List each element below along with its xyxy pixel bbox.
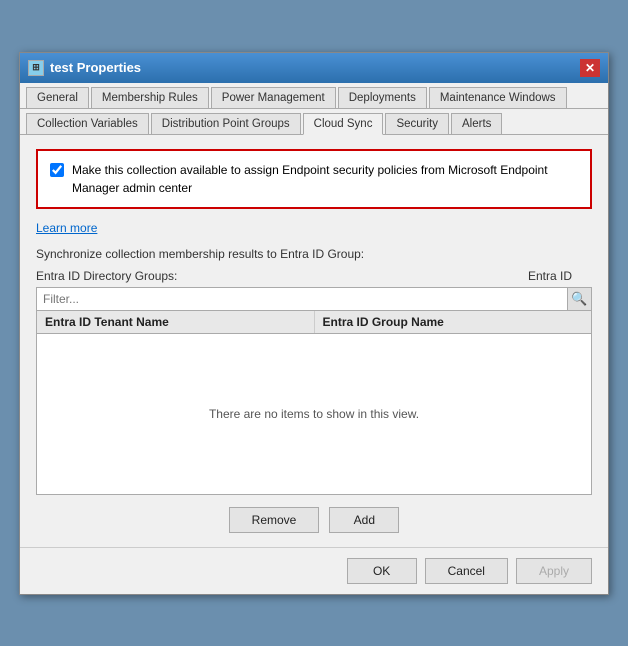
- col-header-tenant: Entra ID Tenant Name: [37, 311, 315, 333]
- directory-groups-label: Entra ID Directory Groups:: [36, 269, 177, 283]
- entra-id-col-label: Entra ID: [528, 269, 572, 283]
- tab-security[interactable]: Security: [385, 113, 449, 134]
- tab-membership-rules[interactable]: Membership Rules: [91, 87, 209, 108]
- tab-alerts[interactable]: Alerts: [451, 113, 502, 134]
- tab-distribution-point-groups[interactable]: Distribution Point Groups: [151, 113, 301, 134]
- title-bar: ⊞ test Properties ✕: [20, 53, 608, 83]
- properties-window: ⊞ test Properties ✕ General Membership R…: [19, 52, 609, 595]
- col-header-group: Entra ID Group Name: [315, 311, 592, 333]
- tab-collection-variables[interactable]: Collection Variables: [26, 113, 149, 134]
- endpoint-checkbox[interactable]: [50, 163, 64, 177]
- filter-input[interactable]: [37, 288, 567, 310]
- filter-row: 🔍: [36, 287, 592, 311]
- tab-cloud-sync[interactable]: Cloud Sync: [303, 113, 384, 135]
- tabs-row2: Collection Variables Distribution Point …: [20, 109, 608, 135]
- cancel-button[interactable]: Cancel: [425, 558, 508, 584]
- apply-button[interactable]: Apply: [516, 558, 592, 584]
- content-area: Make this collection available to assign…: [20, 135, 608, 547]
- sync-label: Synchronize collection membership result…: [36, 247, 592, 261]
- tab-deployments[interactable]: Deployments: [338, 87, 427, 108]
- table-header: Entra ID Tenant Name Entra ID Group Name: [37, 311, 591, 334]
- close-button[interactable]: ✕: [580, 59, 600, 77]
- footer-row: OK Cancel Apply: [20, 547, 608, 594]
- learn-more-link[interactable]: Learn more: [36, 221, 97, 235]
- search-icon: 🔍: [571, 291, 587, 307]
- remove-add-row: Remove Add: [36, 507, 592, 533]
- table-body-empty: There are no items to show in this view.: [37, 334, 591, 494]
- tab-power-management[interactable]: Power Management: [211, 87, 336, 108]
- directory-groups-header: Entra ID Directory Groups: Entra ID: [36, 269, 592, 283]
- tab-general[interactable]: General: [26, 87, 89, 108]
- tab-maintenance-windows[interactable]: Maintenance Windows: [429, 87, 567, 108]
- groups-table: Entra ID Tenant Name Entra ID Group Name…: [36, 311, 592, 495]
- add-button[interactable]: Add: [329, 507, 399, 533]
- endpoint-checkbox-label: Make this collection available to assign…: [72, 161, 578, 197]
- remove-button[interactable]: Remove: [229, 507, 320, 533]
- window-title: test Properties: [50, 60, 141, 75]
- empty-message: There are no items to show in this view.: [209, 407, 419, 421]
- search-button[interactable]: 🔍: [567, 288, 591, 310]
- tabs-row1: General Membership Rules Power Managemen…: [20, 83, 608, 109]
- ok-button[interactable]: OK: [347, 558, 417, 584]
- endpoint-checkbox-section: Make this collection available to assign…: [36, 149, 592, 209]
- window-icon: ⊞: [28, 60, 44, 76]
